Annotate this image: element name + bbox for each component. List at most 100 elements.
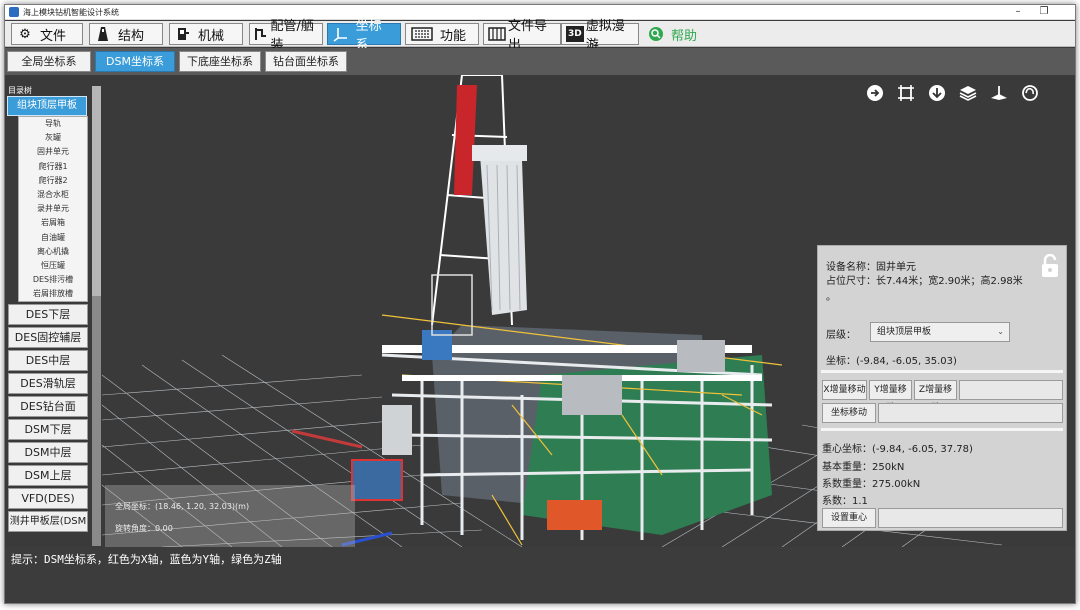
rotation-angle-readout: 旋转角度：0.00 [115, 524, 173, 533]
x-increment-button[interactable]: X增量移动 [822, 380, 867, 400]
gear-icon: ⚙ [19, 26, 31, 42]
keyboard-icon [410, 26, 434, 42]
device-name: 设备名称：固井单元 [826, 262, 916, 273]
menu-help-label: 帮助 [671, 28, 698, 44]
tree-header: 目录树 [8, 86, 32, 95]
menu-export[interactable]: 文件导出 [483, 19, 561, 53]
menu-structure[interactable]: 结构 [89, 23, 163, 45]
window-title: 海上模块钻机智能设计系统 [23, 7, 119, 17]
layer-select-value: 组块顶层甲板 [877, 327, 932, 337]
book-icon [488, 26, 506, 42]
chevron-down-icon: ⌄ [997, 327, 1004, 336]
tree-group-button[interactable]: DES下层 [8, 304, 88, 326]
z-increment-button[interactable]: Z增量移动 [914, 380, 957, 413]
set-cog-button[interactable]: 设置重心 [822, 508, 876, 528]
view-toolbar [865, 83, 1039, 102]
status-bar: 提示：DSM坐标系，红色为X轴，蓝色为Y轴，绿色为Z轴 [5, 547, 1075, 603]
tree-item[interactable]: 离心机撬 [19, 245, 87, 259]
coefficient-weight: 系数重量：275.00kN [822, 479, 921, 490]
tree-scrollbar[interactable] [92, 86, 101, 546]
arrow-right-icon[interactable] [865, 83, 884, 102]
menu-piping[interactable]: 配管/舾装 [249, 19, 323, 53]
menu-structure-label: 结构 [118, 28, 145, 44]
ground-plane-icon[interactable] [989, 83, 1008, 102]
axis-icon [332, 26, 350, 42]
menu-machinery-label: 机械 [198, 28, 225, 44]
menu-function-label: 功能 [440, 28, 467, 44]
tree-group-top-deck[interactable]: 组块顶层甲板 [7, 96, 87, 116]
search-help-icon [647, 26, 665, 42]
tree-item[interactable]: 恒压罐 [19, 259, 87, 273]
cog-value-field[interactable] [878, 508, 1063, 528]
tree-item[interactable]: 爬行器2 [19, 174, 87, 188]
base-weight: 基本重量：250kN [822, 462, 905, 473]
tree-group-button[interactable]: DES钻台面 [8, 396, 88, 418]
menu-virtual-tour[interactable]: 3D 虚拟漫游 [561, 19, 639, 53]
tree-item[interactable]: 灰罐 [19, 131, 87, 145]
tree-item[interactable]: 混合水柜 [19, 188, 87, 202]
menu-help[interactable]: 帮助 [643, 23, 703, 45]
tree-group-button[interactable]: DES固控辅层 [8, 327, 88, 349]
minimize-button[interactable]: – [1005, 5, 1031, 20]
menu-function[interactable]: 功能 [405, 23, 479, 45]
device-coordinate: 坐标：(-9.84, -6.05, 35.03) [826, 356, 957, 367]
tree-item[interactable]: DES排污槽 [19, 273, 87, 287]
device-size: 占位尺寸：长7.44米；宽2.90米；高2.98米 [826, 276, 1023, 287]
tab-global-coordinate[interactable]: 全局坐标系 [7, 51, 91, 72]
rotate-view-icon[interactable] [1020, 83, 1039, 102]
tree-item[interactable]: 导轨 [19, 117, 87, 131]
divider [821, 370, 1063, 373]
fit-view-icon[interactable] [896, 83, 915, 102]
tree-item[interactable]: 爬行器1 [19, 160, 87, 174]
tab-dsm-coordinate[interactable]: DSM坐标系 [95, 51, 175, 72]
layer-label: 层级： [826, 330, 856, 341]
download-icon[interactable] [927, 83, 946, 102]
center-of-gravity: 重心坐标：(-9.84, -6.05, 37.78) [822, 444, 973, 455]
y-increment-button[interactable]: Y增量移动 [869, 380, 912, 413]
device-size-tail: 。 [826, 292, 836, 303]
3d-viewport[interactable]: 目录树 组块顶层甲板 导轨 灰罐 固井单元 爬行器1 爬行器2 混合水柜 录井单… [5, 75, 1075, 547]
maximize-button[interactable]: ❐ [1031, 5, 1057, 20]
menu-file[interactable]: ⚙ 文件 [11, 23, 83, 45]
layer-select[interactable]: 组块顶层甲板 ⌄ [870, 322, 1010, 342]
menu-machinery[interactable]: 机械 [169, 23, 243, 45]
tree-group-button[interactable]: 测井甲板层(DSM [8, 511, 88, 533]
3d-icon: 3D [566, 26, 584, 42]
pipe-icon [254, 26, 269, 42]
tree-group-button[interactable]: DES滑轨层 [8, 373, 88, 395]
global-coordinate-readout: 全局坐标：(18.46, 1.20, 32.03)(m) [115, 502, 250, 511]
tree-item[interactable]: 岩屑箱 [19, 216, 87, 230]
tree-item[interactable]: 固井单元 [19, 145, 87, 159]
divider [821, 428, 1063, 431]
pump-icon [174, 26, 192, 42]
app-icon [9, 7, 19, 17]
derrick-icon [94, 26, 112, 42]
device-info-panel: 设备名称：固井单元 占位尺寸：长7.44米；宽2.90米；高2.98米 。 层级… [817, 245, 1067, 531]
directory-tree: 目录树 组块顶层甲板 导轨 灰罐 固井单元 爬行器1 爬行器2 混合水柜 录井单… [6, 86, 102, 546]
coordinate-overlay: 全局坐标：(18.46, 1.20, 32.03)(m) 旋转角度：0.00 [105, 485, 355, 547]
tree-group-button[interactable]: DSM下层 [8, 419, 88, 441]
menu-file-label: 文件 [40, 28, 67, 44]
tree-group-button[interactable]: DSM中层 [8, 442, 88, 464]
coordinate-move-button[interactable]: 坐标移动 [822, 403, 876, 423]
tree-group-button[interactable]: VFD(DES) [8, 488, 88, 510]
move-coordinate-field[interactable] [878, 403, 1063, 423]
tab-lower-base-coordinate[interactable]: 下底座坐标系 [179, 51, 261, 72]
tree-item-list: 导轨 灰罐 固井单元 爬行器1 爬行器2 混合水柜 录井单元 岩屑箱 自油罐 离… [18, 116, 88, 303]
tab-drill-floor-coordinate[interactable]: 钻台面坐标系 [265, 51, 347, 72]
status-hint: 提示：DSM坐标系，红色为X轴，蓝色为Y轴，绿色为Z轴 [11, 553, 282, 566]
unlock-icon[interactable] [1040, 253, 1060, 281]
layers-icon[interactable] [958, 83, 977, 102]
tree-scrollbar-thumb[interactable] [92, 86, 101, 296]
coordinate-tabs: 全局坐标系 DSM坐标系 下底座坐标系 钻台面坐标系 [5, 48, 1075, 75]
increment-value-field[interactable] [959, 380, 1063, 400]
tree-item[interactable]: 岩屑排放槽 [19, 287, 87, 301]
tree-group-button[interactable]: DES中层 [8, 350, 88, 372]
menu-coordinate[interactable]: 坐标系 [327, 19, 401, 53]
tree-item[interactable]: 录井单元 [19, 202, 87, 216]
coefficient: 系数：1.1 [822, 496, 868, 507]
menu-bar: ⚙ 文件 结构 机械 配管/舾装 坐标系 功能 文件导出 3D 虚拟漫游 帮助 [5, 19, 1075, 53]
app-window: 海上模块钻机智能设计系统 – ❐ ⚙ 文件 结构 机械 配管/舾装 坐标系 功能… [4, 4, 1076, 604]
tree-item[interactable]: 自油罐 [19, 231, 87, 245]
tree-group-button[interactable]: DSM上层 [8, 465, 88, 487]
